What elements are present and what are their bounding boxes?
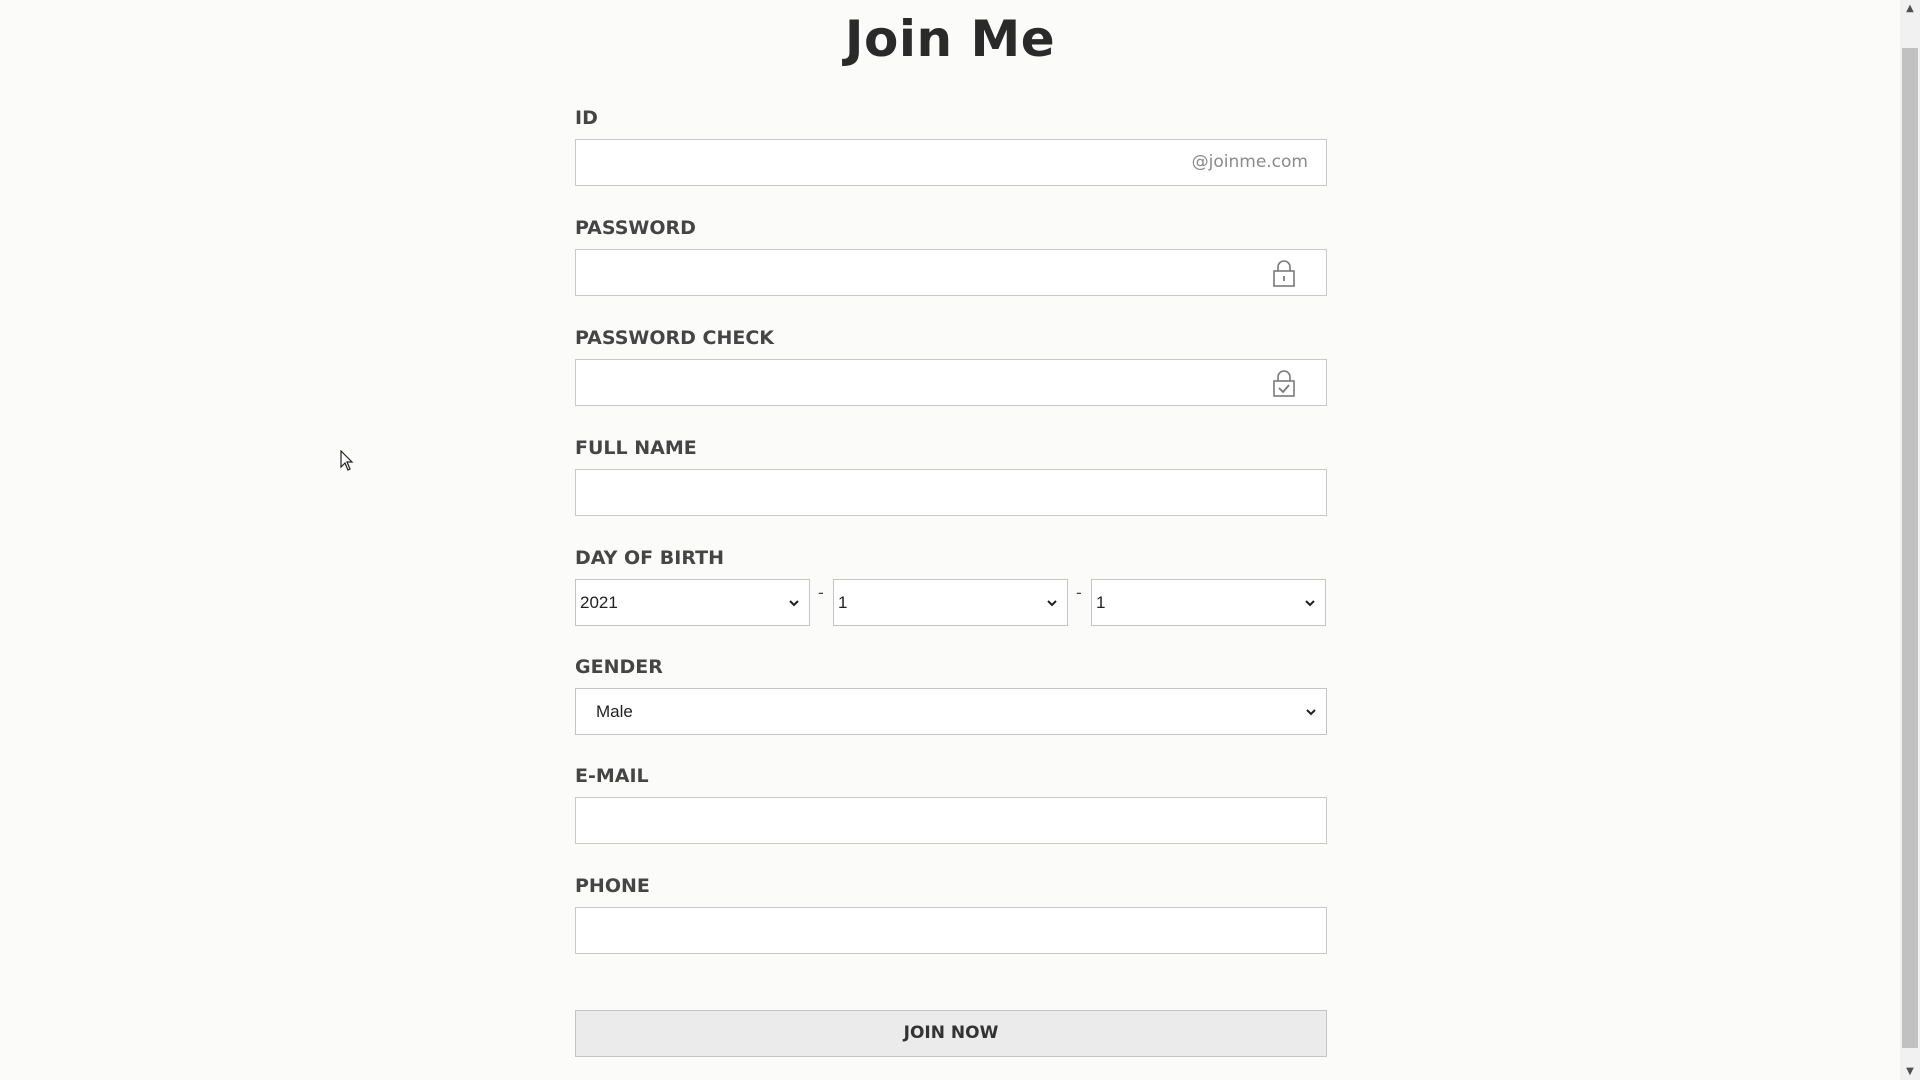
birth-field-group: DAY OF BIRTH 2021 - 1 - 1 <box>575 545 1327 626</box>
lock-icon <box>1273 260 1295 287</box>
chevron-down-icon <box>1306 709 1316 716</box>
chevron-down-icon <box>789 600 799 607</box>
birth-separator: - <box>1076 583 1082 602</box>
password-check-field-group: PASSWORD CHECK <box>575 325 1327 406</box>
phone-label: PHONE <box>575 875 650 897</box>
password-check-label: PASSWORD CHECK <box>575 327 775 349</box>
gender-select[interactable]: Male <box>575 688 1327 735</box>
scroll-down-arrow-icon[interactable]: ▼ <box>1900 1063 1920 1080</box>
full-name-input[interactable] <box>575 469 1327 516</box>
page-title: Join Me <box>844 10 1056 68</box>
gender-select-wrap: Male <box>575 688 1327 735</box>
password-input[interactable] <box>575 249 1327 296</box>
join-now-button[interactable]: JOIN NOW <box>575 1010 1327 1057</box>
email-field-group: E-MAIL <box>575 763 1327 844</box>
gender-label: GENDER <box>575 656 663 678</box>
full-name-label: FULL NAME <box>575 437 697 459</box>
gender-field-group: GENDER Male <box>575 654 1327 735</box>
scrollbar-thumb[interactable] <box>1902 48 1918 1048</box>
birth-year-value: 2021 <box>580 593 618 612</box>
password-label: PASSWORD <box>575 217 696 239</box>
join-page: Join Me ID @joinme.com PASSWORD PASSWORD… <box>0 0 1920 1080</box>
birth-selects: 2021 - 1 - 1 <box>575 579 1327 626</box>
id-field-group: ID @joinme.com <box>575 105 1327 186</box>
birth-label: DAY OF BIRTH <box>575 547 724 569</box>
id-domain-suffix: @joinme.com <box>1191 152 1308 172</box>
birth-year-select[interactable]: 2021 <box>575 579 810 626</box>
id-label: ID <box>575 107 598 129</box>
password-check-input[interactable] <box>575 359 1327 406</box>
id-input[interactable]: @joinme.com <box>575 139 1327 186</box>
birth-month-value: 1 <box>838 593 848 612</box>
birth-separator: - <box>818 583 824 602</box>
phone-field-group: PHONE <box>575 873 1327 954</box>
vertical-scrollbar[interactable]: ▲ ▼ <box>1900 0 1920 1080</box>
birth-month-select[interactable]: 1 <box>833 579 1068 626</box>
email-input[interactable] <box>575 797 1327 844</box>
mouse-cursor-icon <box>340 450 354 471</box>
chevron-down-icon <box>1305 600 1315 607</box>
full-name-field-group: FULL NAME <box>575 435 1327 516</box>
phone-input[interactable] <box>575 907 1327 954</box>
scroll-up-arrow-icon[interactable]: ▲ <box>1900 0 1920 17</box>
gender-value: Male <box>596 702 633 721</box>
birth-day-select[interactable]: 1 <box>1091 579 1326 626</box>
password-field-group: PASSWORD <box>575 215 1327 296</box>
birth-day-value: 1 <box>1096 593 1106 612</box>
chevron-down-icon <box>1047 600 1057 607</box>
email-label: E-MAIL <box>575 765 649 787</box>
lock-check-icon <box>1273 370 1295 397</box>
